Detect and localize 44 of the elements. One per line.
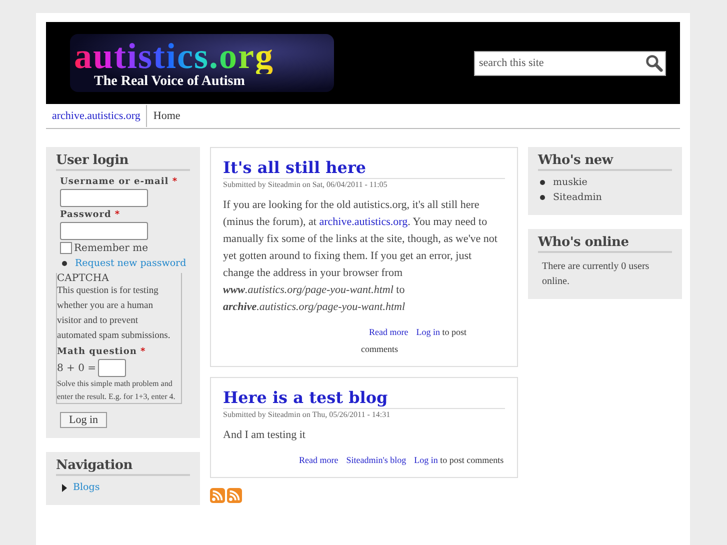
post-links-text: Read more Siteadmin's blog Log in to post comments	[298, 454, 505, 467]
triangle-icon	[62, 484, 67, 492]
post-body: If you are looking for the old autistics.org, it's all still here (minus the forum), at archive.autistics.org. You may need to manually fix some of the links at the site, though, as we've not yet gotten around to fixing them. If you get an error, just change the address in your browser from www.autistics.org/page-you-want.html to archive.autistics.org/page-you-want.html	[223, 198, 498, 315]
post-body: And I am testing it	[223, 428, 306, 443]
post-link[interactable]: Read more	[369, 327, 408, 337]
password-field[interactable]	[60, 222, 148, 240]
block-title: Who's new	[538, 153, 672, 171]
post-title[interactable]: It's all still here	[223, 158, 505, 179]
username-field[interactable]	[60, 189, 148, 207]
post-link[interactable]: Log in	[414, 455, 438, 465]
bullet-icon	[540, 180, 545, 185]
bullet-icon	[540, 195, 545, 200]
captcha-description: This question is for testing whether you are a human visitor and to prevent automated spam submissions.	[57, 285, 172, 343]
post-links-text: Read more Log in to post comments	[360, 326, 468, 356]
post-meta: Submitted by Siteadmin on Thu, 05/26/2011 - 14:31	[223, 410, 392, 419]
field-label: Math question *	[57, 347, 147, 357]
post-link[interactable]: Log in	[416, 327, 440, 337]
search-icon[interactable]	[645, 54, 663, 72]
help-text: Solve this simple math problem and enter the result. E.g. for 1+3, enter 4.	[57, 378, 176, 403]
user-link[interactable]: muskie	[553, 177, 588, 188]
online-text: There are currently 0 users online.	[541, 260, 650, 289]
login-button[interactable]: Log in	[60, 412, 108, 428]
block-title: User login	[56, 153, 190, 171]
post-title[interactable]: Here is a test blog	[223, 388, 505, 409]
block-title: Who's online	[538, 235, 672, 253]
user-link[interactable]: Siteadmin	[553, 192, 602, 203]
checkbox-label: Remember me	[74, 242, 148, 254]
answer-field[interactable]	[98, 359, 126, 377]
site-logo[interactable]: autistics.org The Real Voice of Autism	[70, 34, 334, 92]
rss-feed-icon[interactable]	[227, 488, 242, 503]
post-link[interactable]: Read more	[299, 455, 338, 465]
nav-link[interactable]: Home	[146, 105, 186, 127]
field-label: Password *	[60, 210, 122, 220]
bullet-icon	[62, 261, 67, 266]
inline-link[interactable]: archive.autistics.org	[319, 216, 408, 228]
rss-feed-icon[interactable]	[210, 488, 225, 503]
field-label: Username or e-mail *	[60, 177, 179, 187]
post-meta: Submitted by Siteadmin on Sat, 06/04/2011 - 11:05	[223, 180, 388, 189]
nav-link[interactable]: archive.autistics.org	[46, 105, 146, 127]
post-link[interactable]: Siteadmin's blog	[346, 455, 406, 465]
math-question: 8 + 0 =	[57, 362, 96, 374]
block-title: Navigation	[56, 458, 190, 476]
search-field[interactable]: search this site	[474, 50, 666, 76]
remember-checkbox[interactable]	[60, 242, 72, 254]
